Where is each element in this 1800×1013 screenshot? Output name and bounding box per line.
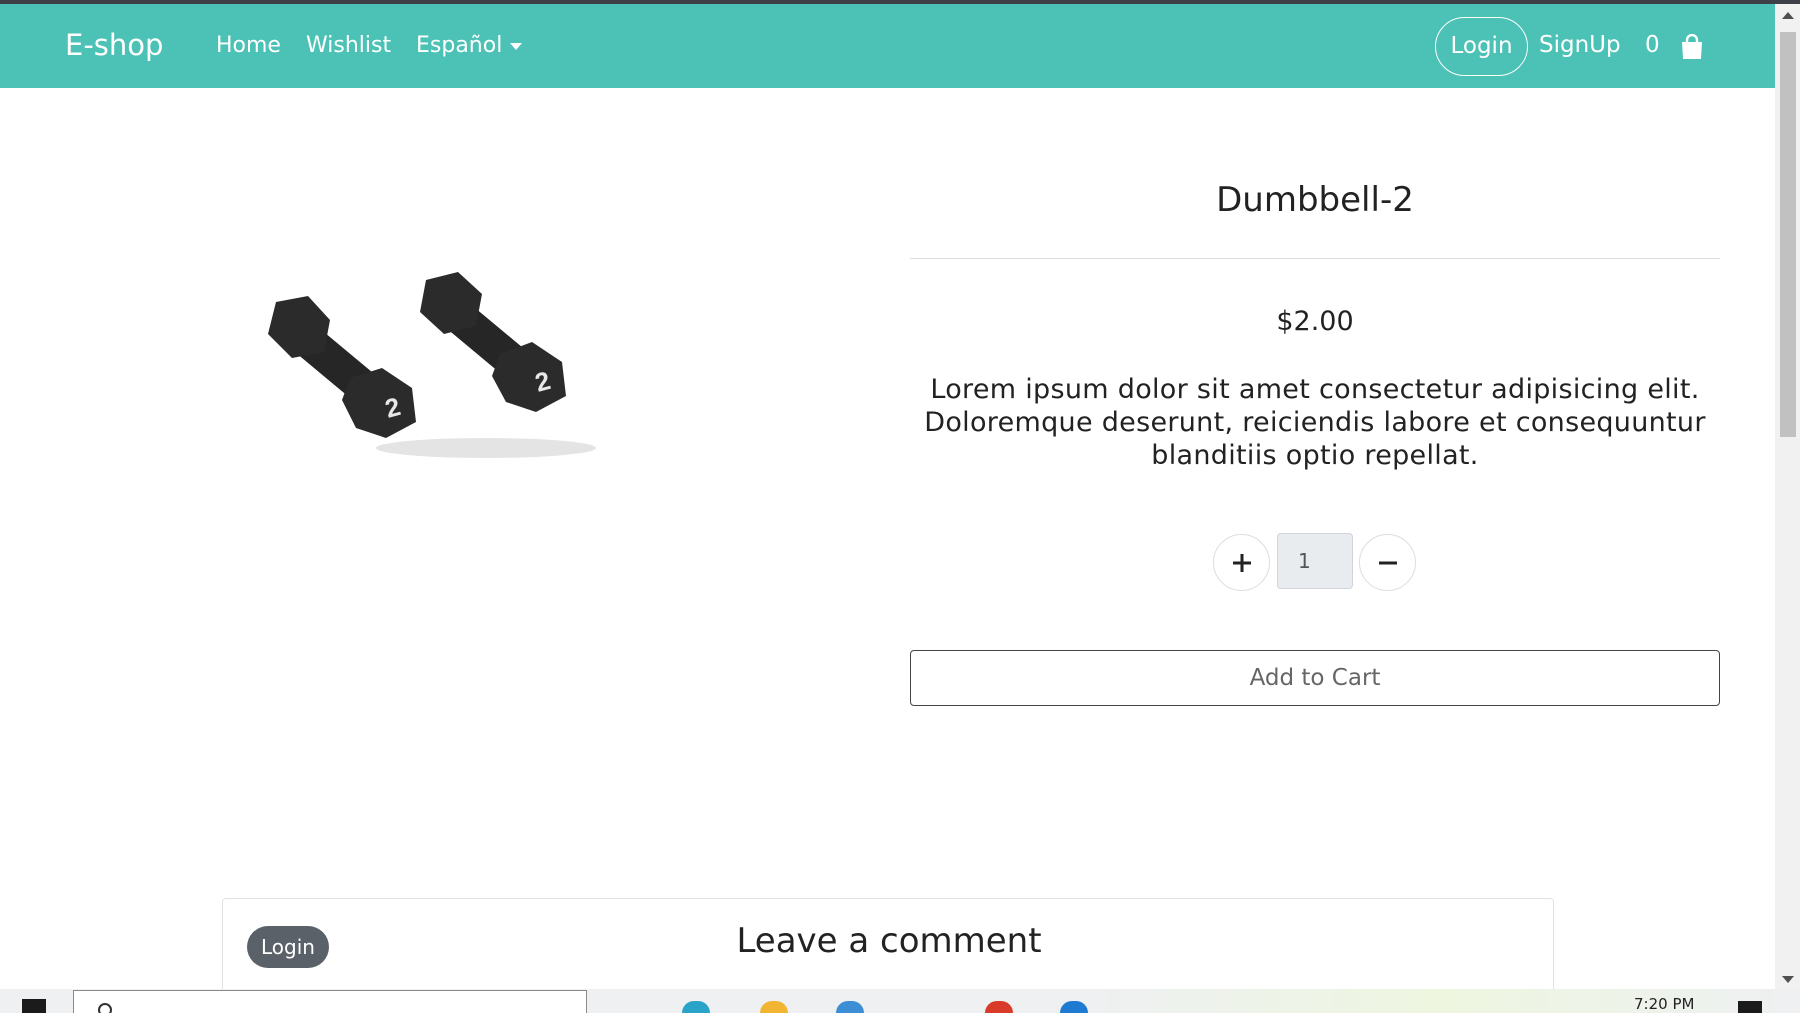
shopping-bag-icon[interactable] — [1680, 34, 1704, 60]
scroll-thumb[interactable] — [1780, 32, 1796, 437]
dumbbell-right: 2 — [420, 272, 566, 412]
scroll-up-icon[interactable] — [1782, 12, 1794, 19]
edge-icon[interactable] — [682, 1001, 710, 1013]
dumbbell-left: 2 — [268, 296, 416, 438]
windows-start-icon[interactable] — [22, 999, 46, 1013]
quantity-input[interactable] — [1277, 533, 1353, 589]
minus-icon — [1379, 561, 1397, 565]
cart-count: 0 — [1645, 32, 1660, 58]
vscode-icon[interactable] — [1060, 1001, 1088, 1013]
store-icon[interactable] — [836, 1001, 864, 1013]
product-title: Dumbbell-2 — [1216, 180, 1414, 220]
login-button[interactable]: Login — [1435, 17, 1528, 76]
product-image: 2 2 — [268, 272, 596, 458]
search-icon — [98, 1003, 112, 1013]
product-price: $2.00 — [1276, 306, 1354, 337]
nav-home-link[interactable]: Home — [216, 33, 281, 58]
language-dropdown[interactable]: Español — [416, 33, 523, 58]
file-explorer-icon[interactable] — [760, 1001, 788, 1013]
language-label: Español — [416, 33, 503, 58]
taskbar-search-box[interactable] — [73, 990, 587, 1013]
os-taskbar: 7:20 PM — [0, 989, 1800, 1013]
navbar: E-shop Home Wishlist Español Login SignU… — [0, 4, 1775, 88]
brand-logo[interactable]: E-shop — [65, 28, 163, 62]
title-divider — [910, 258, 1720, 259]
signup-link[interactable]: SignUp — [1539, 32, 1621, 58]
notification-icon[interactable] — [1738, 1001, 1762, 1013]
add-to-cart-button[interactable]: Add to Cart — [910, 650, 1720, 706]
chrome-icon[interactable] — [985, 1001, 1013, 1013]
comment-heading: Leave a comment — [736, 921, 1042, 961]
product-description: Lorem ipsum dolor sit amet consectetur a… — [924, 374, 1706, 471]
taskbar-clock[interactable]: 7:20 PM — [1634, 995, 1694, 1013]
plus-icon — [1233, 554, 1251, 572]
nav-wishlist-link[interactable]: Wishlist — [306, 33, 391, 58]
scroll-down-icon[interactable] — [1782, 976, 1794, 983]
caret-down-icon — [510, 42, 523, 50]
page-scrollbar[interactable] — [1775, 4, 1800, 989]
quantity-increase-button[interactable] — [1213, 534, 1270, 591]
quantity-decrease-button[interactable] — [1359, 534, 1416, 591]
